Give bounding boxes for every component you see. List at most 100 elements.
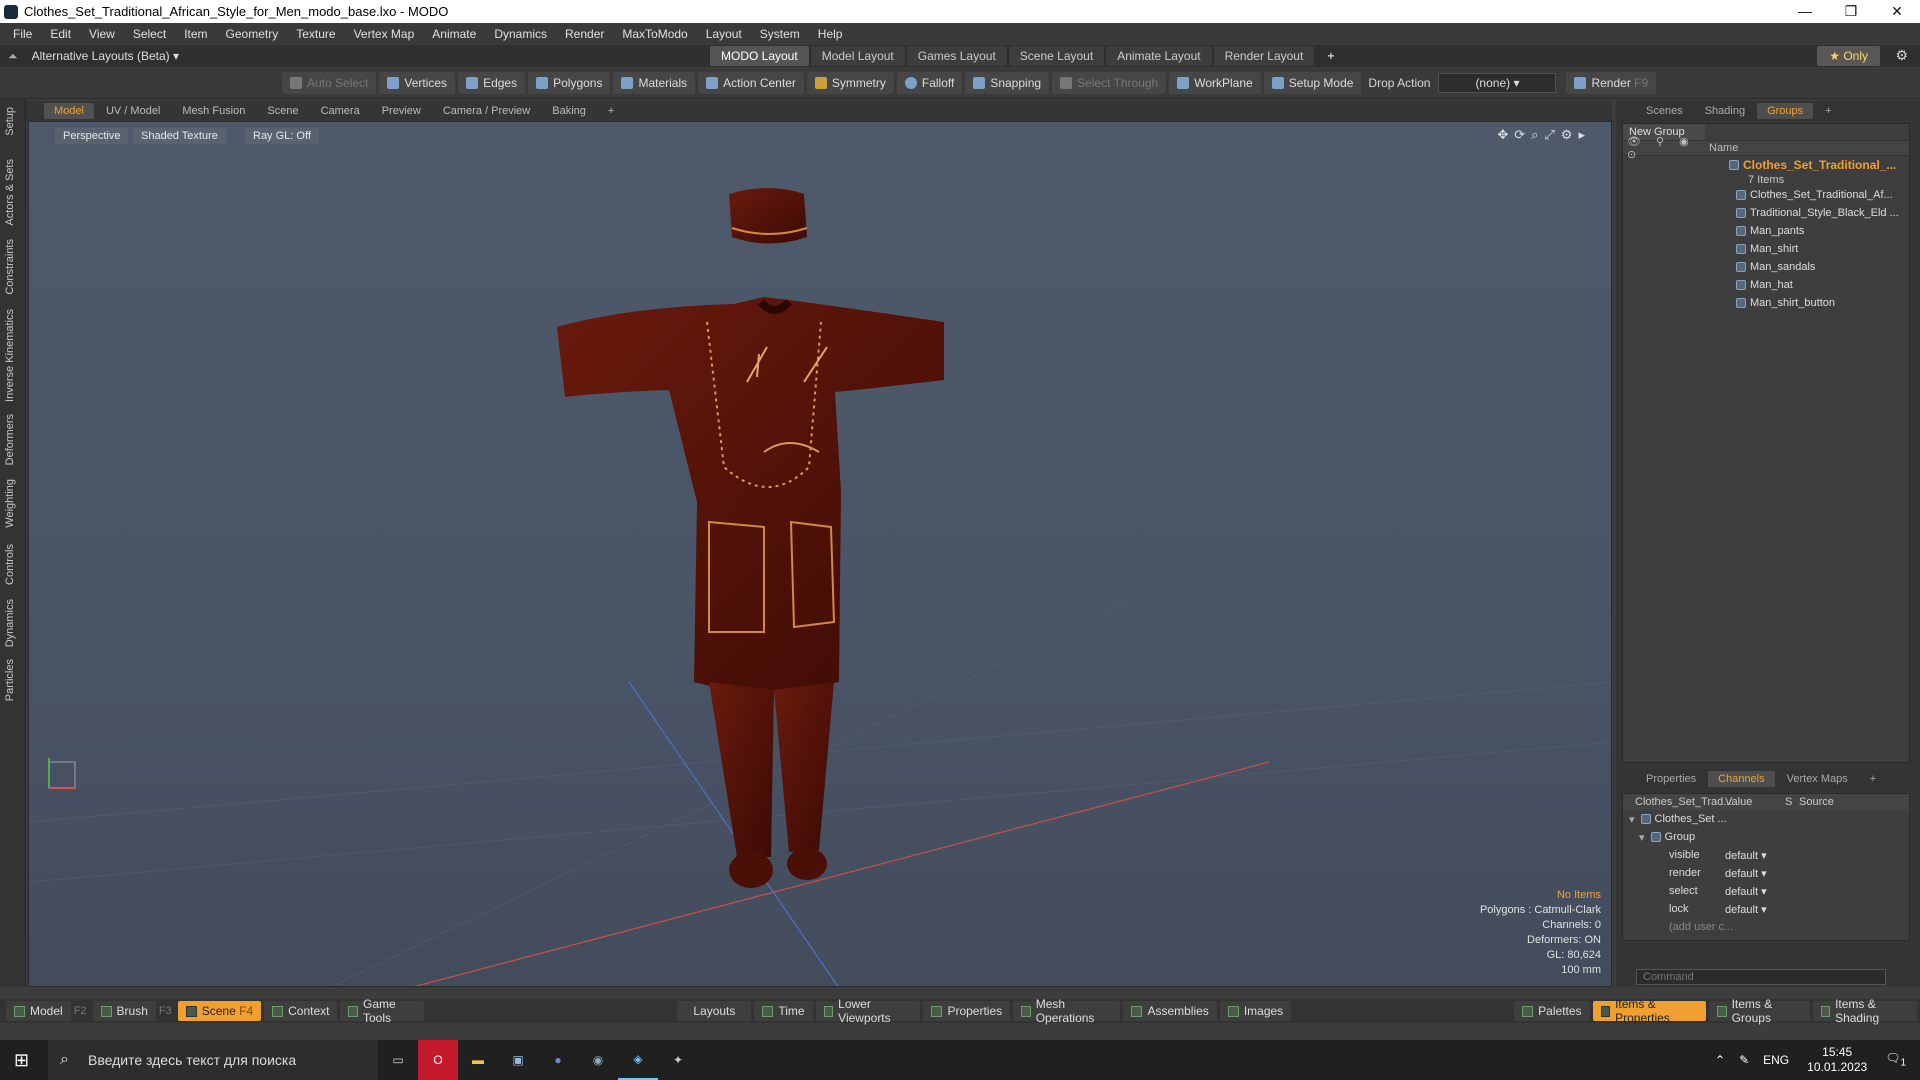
vtab-actors-sets[interactable]: Actors & Sets <box>4 159 16 226</box>
channel-group-row[interactable]: ▾ Group <box>1623 828 1909 846</box>
group-item[interactable]: Man_shirt_button <box>1623 294 1909 312</box>
layout-collapse-icon[interactable]: ⏶ <box>8 49 18 64</box>
tab-games-layout[interactable]: Games Layout <box>906 46 1007 66</box>
only-toggle[interactable]: ★ Only <box>1817 46 1880 66</box>
tab-groups[interactable]: Groups <box>1757 103 1814 119</box>
tab-render-layout[interactable]: Render Layout <box>1213 46 1315 66</box>
channel-value-dropdown[interactable]: default ▾ <box>1725 867 1785 880</box>
layouts-button[interactable]: Layouts <box>677 1001 752 1021</box>
tab-shading[interactable]: Shading <box>1695 103 1755 119</box>
vptab-preview[interactable]: Preview <box>372 103 431 119</box>
images-button[interactable]: Images <box>1219 1001 1292 1021</box>
vptab-uv-model[interactable]: UV / Model <box>96 103 170 119</box>
game-tools-button[interactable]: Game Tools <box>340 997 425 1025</box>
tab-animate-layout[interactable]: Animate Layout <box>1106 46 1212 66</box>
vtab-controls[interactable]: Controls <box>4 544 16 585</box>
menu-help[interactable]: Help <box>809 27 852 41</box>
menu-animate[interactable]: Animate <box>423 27 485 41</box>
group-item[interactable]: Man_shirt <box>1623 240 1909 258</box>
add-vptab-icon[interactable]: + <box>598 103 624 119</box>
polygons-button[interactable]: Polygons <box>528 71 611 94</box>
tab-scene-layout[interactable]: Scene Layout <box>1008 46 1105 66</box>
clock[interactable]: 15:45 10.01.2023 <box>1807 1045 1867 1075</box>
opera-icon[interactable]: O <box>418 1040 458 1080</box>
scene-button[interactable]: Scene F4 <box>177 1001 262 1021</box>
tray-chevron-icon[interactable]: ⌃ <box>1715 1053 1725 1067</box>
falloff-button[interactable]: Falloff <box>896 71 963 94</box>
minimize-icon[interactable]: — <box>1782 3 1828 20</box>
3d-viewport[interactable]: Perspective Shaded Texture Ray GL: Off ✥… <box>28 121 1612 987</box>
group-item[interactable]: Man_pants <box>1623 222 1909 240</box>
language-indicator[interactable]: ENG <box>1763 1053 1789 1067</box>
select-through-button[interactable]: Select Through <box>1052 71 1167 94</box>
group-item[interactable]: Man_sandals <box>1623 258 1909 276</box>
vptab-camera[interactable]: Camera <box>311 103 370 119</box>
tab-channels[interactable]: Channels <box>1708 771 1775 787</box>
channel-value-dropdown[interactable]: default ▾ <box>1725 885 1785 898</box>
channel-row[interactable]: render default ▾ <box>1623 864 1909 882</box>
snapping-button[interactable]: Snapping <box>965 71 1050 94</box>
settings-gear-icon[interactable]: ⚙ <box>1895 47 1908 64</box>
items-shading-button[interactable]: Items & Shading <box>1812 997 1917 1025</box>
menu-system[interactable]: System <box>751 27 809 41</box>
task-view-icon[interactable]: ▭ <box>378 1040 418 1080</box>
menu-render[interactable]: Render <box>556 27 613 41</box>
taskbar-search[interactable]: ⌕ Введите здесь текст для поиска <box>48 1040 378 1080</box>
vtab-dynamics[interactable]: Dynamics <box>4 599 16 647</box>
assemblies-button[interactable]: Assemblies <box>1123 1001 1217 1021</box>
context-button[interactable]: Context <box>264 1001 338 1021</box>
menu-dynamics[interactable]: Dynamics <box>485 27 556 41</box>
menu-edit[interactable]: Edit <box>41 27 80 41</box>
vptab-model[interactable]: Model <box>44 103 94 119</box>
command-input[interactable] <box>1636 969 1886 985</box>
pen-icon[interactable]: ✎ <box>1739 1053 1749 1067</box>
vptab-mesh-fusion[interactable]: Mesh Fusion <box>172 103 255 119</box>
action-center-button[interactable]: Action Center <box>698 71 804 94</box>
edges-button[interactable]: Edges <box>458 71 526 94</box>
workplane-button[interactable]: WorkPlane <box>1169 71 1261 94</box>
setup-mode-button[interactable]: Setup Mode <box>1263 71 1362 94</box>
vtab-constraints[interactable]: Constraints <box>4 239 16 295</box>
tab-modo-layout[interactable]: MODO Layout <box>710 46 809 66</box>
brush-button[interactable]: Brush <box>92 1001 156 1021</box>
mesh-operations-button[interactable]: Mesh Operations <box>1013 997 1121 1025</box>
alternative-layouts-dropdown[interactable]: Alternative Layouts (Beta) ▾ <box>32 49 179 63</box>
menu-geometry[interactable]: Geometry <box>217 27 288 41</box>
add-user-channel[interactable]: (add user c... <box>1623 918 1909 936</box>
menu-view[interactable]: View <box>80 27 124 41</box>
vtab-deformers[interactable]: Deformers <box>4 414 16 465</box>
properties-button[interactable]: Properties <box>923 1001 1011 1021</box>
notification-icon[interactable]: 🗨1 <box>1885 1051 1906 1068</box>
menu-layout[interactable]: Layout <box>697 27 751 41</box>
palettes-button[interactable]: Palettes <box>1514 1001 1590 1021</box>
add-panel-tab-icon[interactable]: + <box>1815 103 1841 119</box>
items-groups-button[interactable]: Items & Groups <box>1709 997 1810 1025</box>
discord-icon[interactable]: ● <box>538 1040 578 1080</box>
menu-vertex-map[interactable]: Vertex Map <box>345 27 424 41</box>
symmetry-button[interactable]: Symmetry <box>806 71 894 94</box>
materials-button[interactable]: Materials <box>613 71 696 94</box>
file-explorer-icon[interactable]: ▬ <box>458 1040 498 1080</box>
channel-value-dropdown[interactable]: default ▾ <box>1725 903 1785 916</box>
restore-icon[interactable]: ❐ <box>1828 3 1874 20</box>
browser-icon[interactable]: ◉ <box>578 1040 618 1080</box>
vtab-setup[interactable]: Setup <box>4 107 16 136</box>
tab-properties[interactable]: Properties <box>1636 771 1706 787</box>
tab-scenes[interactable]: Scenes <box>1636 103 1693 119</box>
group-item[interactable]: Clothes_Set_Traditional_Af... <box>1623 186 1909 204</box>
vtab-inverse-kinematics[interactable]: Inverse Kinematics <box>4 309 16 402</box>
tab-model-layout[interactable]: Model Layout <box>810 46 905 66</box>
channel-row[interactable]: select default ▾ <box>1623 882 1909 900</box>
windows-start-icon[interactable]: ⊞ <box>14 1050 29 1071</box>
channel-row[interactable]: lock default ▾ <box>1623 900 1909 918</box>
tool-icon[interactable]: ✦ <box>658 1040 698 1080</box>
menu-texture[interactable]: Texture <box>287 27 344 41</box>
vtab-weighting[interactable]: Weighting <box>4 479 16 528</box>
group-item[interactable]: Traditional_Style_Black_Eld ... <box>1623 204 1909 222</box>
vptab-baking[interactable]: Baking <box>542 103 596 119</box>
close-icon[interactable]: ✕ <box>1874 3 1920 20</box>
menu-item[interactable]: Item <box>175 27 216 41</box>
channel-root-row[interactable]: ▾ Clothes_Set ... <box>1623 810 1909 828</box>
drop-action-select[interactable]: (none) ▾ <box>1438 72 1557 93</box>
auto-select-button[interactable]: Auto Select <box>282 71 377 94</box>
